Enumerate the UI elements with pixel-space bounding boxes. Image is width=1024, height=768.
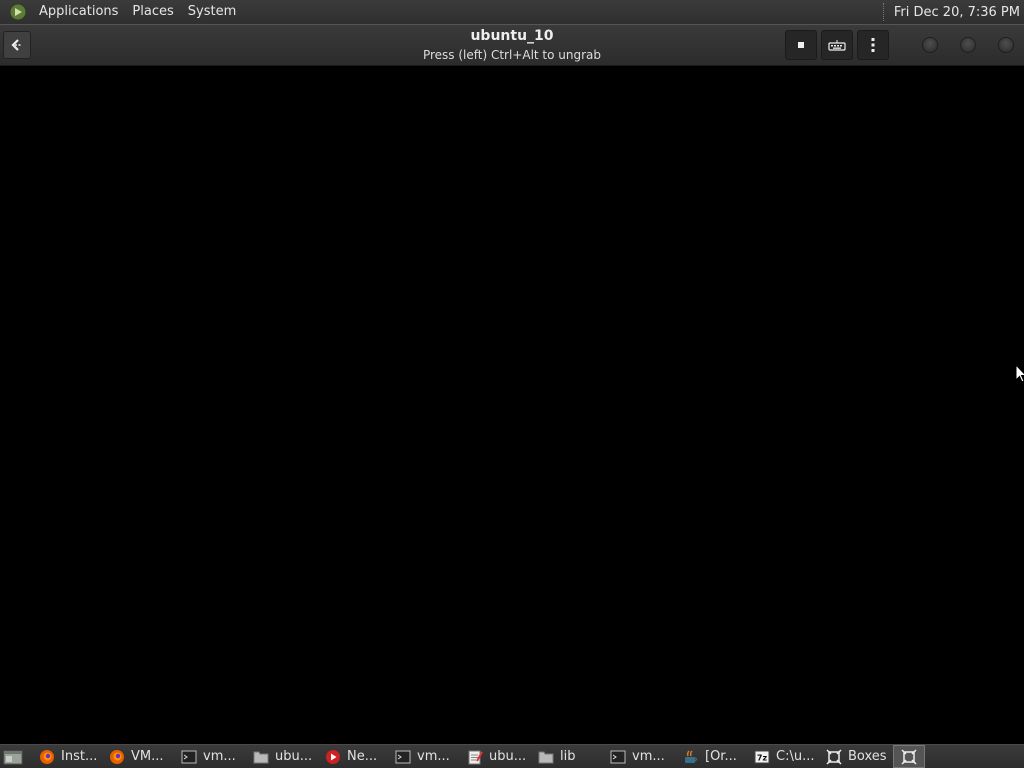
firefox-icon [39,749,55,765]
taskbar-item-label: vm... [632,749,665,764]
taskbar-item-label: Ne... [347,749,378,764]
ungrab-hint: Press (left) Ctrl+Alt to ungrab [422,48,602,62]
stop-icon [798,42,804,48]
svg-text:7z: 7z [757,753,768,762]
taskbar-item[interactable]: Inst... [35,745,103,768]
java-icon [683,749,699,765]
folder-icon [538,749,554,765]
back-arrow-icon [11,39,22,51]
taskbar-item[interactable]: ubu... [463,745,533,768]
taskbar-item-label: [Or... [705,749,737,764]
taskbar-item[interactable]: vm... [391,745,461,768]
minimize-button[interactable] [922,37,938,53]
show-desktop-icon [3,750,23,764]
close-button[interactable] [998,37,1014,53]
firefox-icon [109,749,125,765]
media-player-icon [325,749,341,765]
back-button[interactable] [3,31,31,59]
folder-icon [253,749,269,765]
header-bar: ubuntu_10 Press (left) Ctrl+Alt to ungra… [0,24,1024,66]
taskbar-item[interactable]: vm... [177,745,247,768]
terminal-icon [181,749,197,765]
taskbar-item-label: Boxes [848,749,887,764]
archive-7z-icon: 7z [754,749,770,765]
applications-menu[interactable]: Applications [32,0,125,24]
taskbar-item-label: Inst... [61,749,98,764]
taskbar-item-label: VM... [131,749,164,764]
clock[interactable]: Fri Dec 20, 7:36 PM [894,5,1024,20]
title-block: ubuntu_10 Press (left) Ctrl+Alt to ungra… [312,27,712,64]
show-desktop-button[interactable] [0,745,26,768]
taskbar-item[interactable]: VM... [105,745,175,768]
stop-button[interactable] [785,30,817,60]
taskbar-item[interactable]: ubu... [249,745,319,768]
vm-display[interactable] [0,66,1024,744]
boxes-icon [826,748,842,765]
taskbar-item[interactable]: 7z C:\u... [750,745,820,768]
places-menu[interactable]: Places [125,0,180,24]
taskbar-item[interactable]: [Or... [679,745,749,768]
mouse-pointer-icon [1015,364,1024,383]
taskbar-item-label: vm... [417,749,450,764]
panel-separator [882,3,886,21]
text-editor-icon [467,749,483,765]
taskbar-item-boxes[interactable]: Boxes [822,745,892,768]
keyboard-icon [828,40,846,51]
window-title: ubuntu_10 [470,28,554,44]
taskbar-item-boxes-active[interactable] [893,745,925,768]
maximize-button[interactable] [960,37,976,53]
distro-logo-icon[interactable] [8,2,28,22]
boxes-icon [901,748,917,765]
taskbar: Inst... VM... vm... ubu... Ne... vm... u… [0,744,1024,768]
taskbar-item-label: vm... [203,749,236,764]
kebab-menu-icon [871,38,875,52]
keyboard-button[interactable] [821,30,853,60]
system-menu[interactable]: System [181,0,243,24]
taskbar-item-label: C:\u... [776,749,815,764]
taskbar-item-label: lib [560,749,576,764]
terminal-icon [610,749,626,765]
taskbar-item-label: ubu... [275,749,313,764]
taskbar-item-label: ubu... [489,749,527,764]
taskbar-item[interactable]: vm... [606,745,676,768]
terminal-icon [395,749,411,765]
menu-button[interactable] [857,30,889,60]
top-panel: Applications Places System Fri Dec 20, 7… [0,0,1024,24]
taskbar-item[interactable]: lib [534,745,604,768]
taskbar-item[interactable]: Ne... [321,745,391,768]
